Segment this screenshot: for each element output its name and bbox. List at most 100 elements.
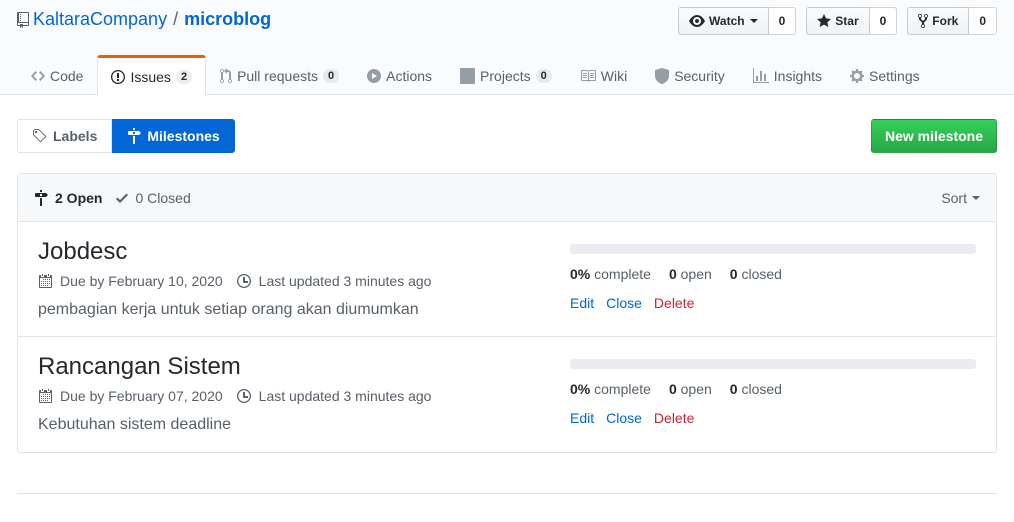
milestone-due-text: Due by February 10, 2020 [60, 273, 223, 289]
tag-icon [33, 129, 47, 143]
sort-dropdown[interactable]: Sort [941, 190, 980, 206]
milestone-item: Jobdesc Due by February 10, 2020 Last up… [18, 222, 996, 337]
fork-count[interactable]: 0 [969, 7, 997, 35]
chevron-down-icon [972, 196, 980, 200]
footer-divider [17, 493, 997, 494]
repo-owner-link[interactable]: KaltaraCompany [33, 9, 167, 30]
new-milestone-button[interactable]: New milestone [870, 119, 997, 153]
repo-icon [17, 11, 29, 28]
milestones-list-header: 2 Open 0 Closed Sort [18, 174, 996, 222]
pull-requests-counter: 0 [323, 68, 340, 83]
tab-settings[interactable]: Settings [836, 55, 934, 95]
state-filters: 2 Open 0 Closed [34, 189, 191, 206]
repo-name-link[interactable]: microblog [184, 9, 271, 30]
milestone-meta: Due by February 10, 2020 Last updated 3 … [38, 273, 445, 289]
tab-insights[interactable]: Insights [739, 55, 836, 95]
milestone-open[interactable]: 0 open [669, 381, 712, 397]
star-count[interactable]: 0 [869, 7, 898, 35]
milestone-title-link[interactable]: Rancangan Sistem [38, 353, 241, 381]
watch-count[interactable]: 0 [768, 7, 797, 35]
labels-tab[interactable]: Labels [17, 119, 113, 153]
clock-icon [236, 389, 251, 403]
tab-wiki-label: Wiki [600, 67, 628, 84]
star-group: Star 0 [806, 7, 898, 35]
milestone-closed[interactable]: 0 closed [730, 266, 782, 282]
milestone-due: Due by February 07, 2020 [38, 388, 223, 404]
projects-counter: 0 [535, 68, 552, 83]
star-label: Star [835, 14, 859, 28]
fork-label: Fork [932, 14, 959, 28]
shield-icon [655, 67, 670, 84]
milestone-updated-text: Last updated 3 minutes ago [258, 388, 432, 404]
watch-button[interactable]: Watch [678, 7, 769, 35]
percent-value: 0% [570, 266, 591, 282]
milestones-list: 2 Open 0 Closed Sort Jobdesc Due by Febr… [17, 173, 997, 453]
labels-label: Labels [53, 128, 98, 144]
project-icon [460, 67, 476, 84]
book-icon [580, 69, 596, 82]
fork-button[interactable]: Fork [907, 7, 970, 35]
repo-header: KaltaraCompany / microblog Watch 0 Star … [0, 0, 1014, 96]
milestone-updated: Last updated 3 minutes ago [236, 273, 431, 289]
watch-label: Watch [709, 14, 745, 28]
delete-link[interactable]: Delete [654, 295, 694, 311]
edit-link[interactable]: Edit [570, 410, 594, 426]
repo-actions: Watch 0 Star 0 Fork 0 [668, 7, 997, 35]
calendar-icon [39, 274, 52, 288]
pull-request-icon [220, 67, 233, 83]
milestone-due: Due by February 10, 2020 [38, 273, 223, 289]
open-filter[interactable]: 2 Open [34, 189, 102, 206]
milestone-progress-bar [570, 244, 976, 254]
closed-label: closed [741, 266, 782, 282]
close-link[interactable]: Close [606, 295, 642, 311]
tab-pull-requests-label: Pull requests [237, 67, 318, 84]
labels-milestones-subnav: Labels Milestones [17, 119, 235, 153]
percent-label: complete [594, 266, 651, 282]
tab-issues-label: Issues [130, 69, 171, 85]
milestone-progress-bar [570, 359, 976, 369]
milestone-item: Rancangan Sistem Due by February 07, 202… [18, 337, 996, 452]
open-label: open [680, 381, 712, 397]
fork-icon [918, 13, 929, 29]
tab-wiki[interactable]: Wiki [566, 55, 641, 95]
tab-code-label: Code [50, 67, 84, 84]
tab-pull-requests[interactable]: Pull requests 0 [206, 55, 353, 95]
code-icon [31, 70, 45, 81]
open-value: 0 [668, 266, 677, 282]
repo-title: KaltaraCompany / microblog [17, 9, 271, 30]
milestone-open[interactable]: 0 open [669, 266, 712, 282]
tab-security[interactable]: Security [641, 55, 739, 95]
milestone-updated: Last updated 3 minutes ago [236, 388, 432, 404]
milestone-icon [128, 128, 142, 144]
graph-icon [752, 67, 769, 83]
tab-projects-label: Projects [480, 67, 531, 84]
close-link[interactable]: Close [606, 410, 642, 426]
delete-link[interactable]: Delete [654, 410, 694, 426]
tab-code[interactable]: Code [17, 55, 97, 95]
milestone-title-link[interactable]: Jobdesc [38, 238, 127, 266]
closed-value: 0 [729, 381, 738, 397]
milestone-closed[interactable]: 0 closed [730, 381, 782, 397]
milestone-due-text: Due by February 07, 2020 [60, 388, 223, 404]
tab-actions[interactable]: Actions [353, 55, 446, 95]
closed-filter[interactable]: 0 Closed [116, 190, 191, 206]
milestone-stats: 0% complete 0 open 0 closed [570, 266, 800, 282]
star-button[interactable]: Star [806, 7, 870, 35]
percent-label: complete [594, 381, 651, 397]
repo-nav: Code Issues 2 Pull requests 0 Actions Pr… [17, 55, 934, 96]
tab-issues[interactable]: Issues 2 [97, 55, 207, 96]
milestones-label: Milestones [147, 128, 220, 144]
percent-value: 0% [570, 381, 591, 397]
tab-security-label: Security [674, 67, 725, 84]
edit-link[interactable]: Edit [570, 295, 594, 311]
issues-counter: 2 [175, 70, 193, 84]
milestone-meta: Due by February 07, 2020 Last updated 3 … [38, 388, 445, 404]
watch-group: Watch 0 [678, 7, 797, 35]
milestone-stats: 0% complete 0 open 0 closed [570, 381, 800, 397]
closed-label: closed [741, 381, 782, 397]
milestones-tab[interactable]: Milestones [112, 119, 235, 153]
calendar-icon [39, 389, 52, 403]
gear-icon [850, 68, 865, 83]
milestone-icon [35, 189, 48, 206]
tab-projects[interactable]: Projects 0 [446, 55, 566, 95]
